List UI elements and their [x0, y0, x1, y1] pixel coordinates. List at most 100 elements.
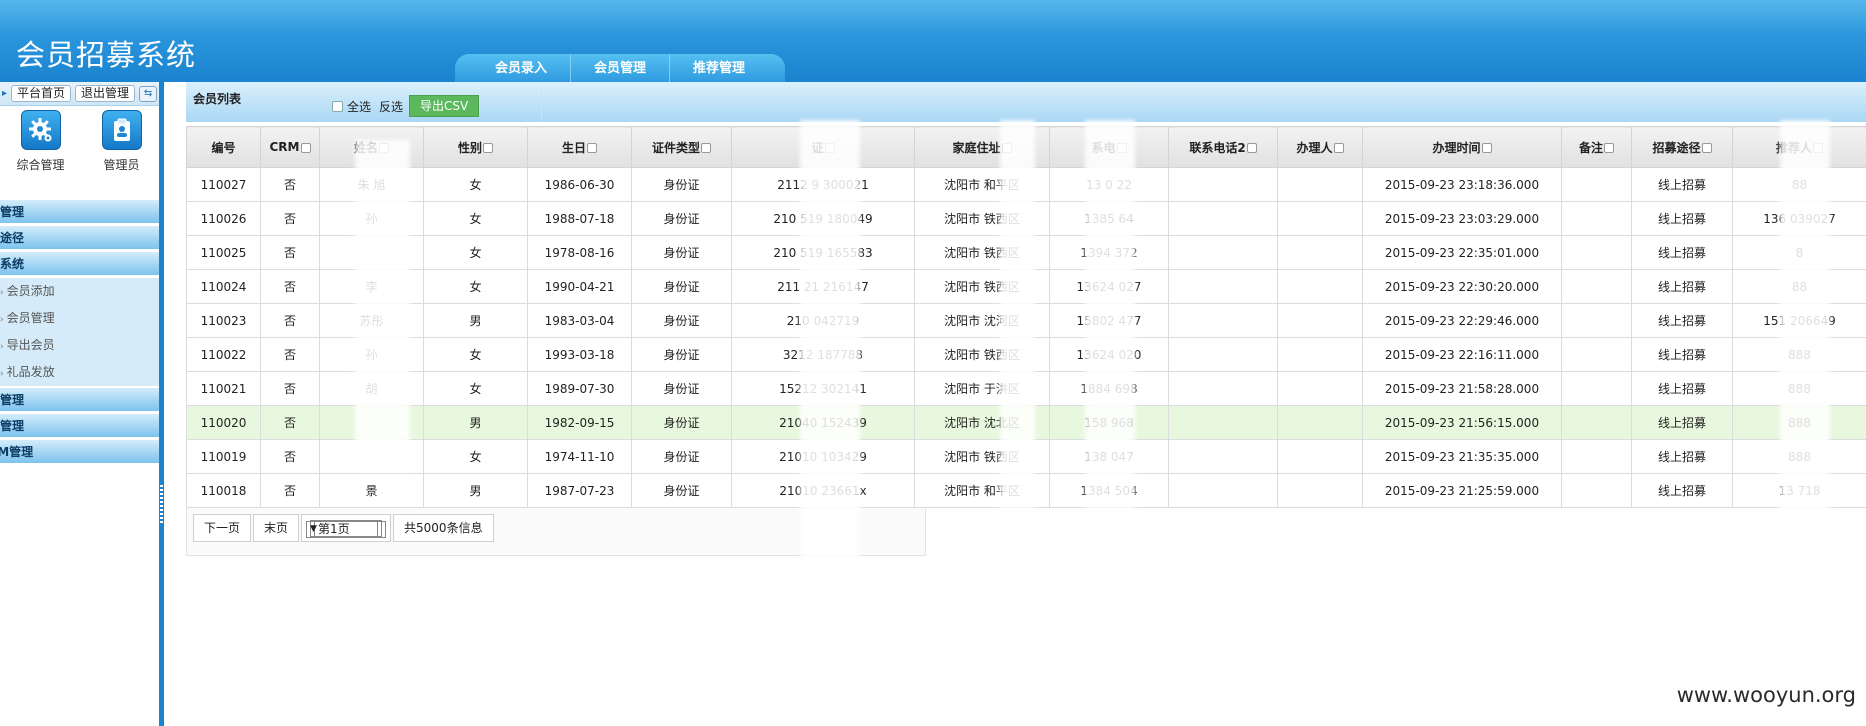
column-toggle-checkbox[interactable]	[1481, 143, 1492, 153]
select-all-checkbox[interactable]	[332, 100, 343, 112]
table-cell: 1988-07-18	[527, 201, 632, 236]
arrow-icon: ›	[0, 342, 4, 352]
table-cell	[1561, 439, 1632, 474]
sidebar-toolbar: ▸ 平台首页 退出管理 ⇆	[0, 82, 162, 106]
table-cell: 1974-11-10	[527, 439, 632, 474]
menu-section-referral[interactable]: 荐管理	[0, 388, 162, 412]
menu-section-crm[interactable]: RM管理	[0, 440, 162, 464]
table-cell: 身份证	[631, 337, 732, 372]
table-cell: 身份证	[631, 473, 732, 508]
table-cell: 身份证	[631, 167, 732, 202]
table-cell: 2015-09-23 21:58:28.000	[1362, 371, 1562, 406]
menu-section-gifts[interactable]: 品管理	[0, 414, 162, 438]
column-header[interactable]: 编号	[186, 126, 261, 168]
select-all-label[interactable]: 全选	[347, 98, 371, 115]
table-cell: 2015-09-23 21:35:35.000	[1362, 439, 1562, 474]
swap-icon[interactable]: ⇆	[139, 85, 158, 102]
redaction-mask	[1000, 120, 1035, 510]
column-toggle-checkbox[interactable]	[1701, 143, 1712, 153]
redaction-mask	[1085, 120, 1135, 510]
column-toggle-checkbox[interactable]	[300, 142, 311, 153]
column-toggle-checkbox[interactable]	[587, 143, 597, 153]
table-cell: 女	[423, 269, 528, 304]
column-header[interactable]: 生日	[527, 126, 632, 168]
table-cell	[1168, 473, 1278, 508]
gear-icon	[20, 110, 61, 150]
menu-section-member-system[interactable]: 员系统	[0, 252, 162, 276]
column-toggle-checkbox[interactable]	[1604, 143, 1614, 153]
column-header[interactable]: 联系电话2	[1168, 126, 1278, 168]
table-cell: 110025	[186, 235, 261, 270]
total-count: 共5000条信息	[393, 514, 494, 542]
table-cell: 女	[423, 439, 528, 474]
table-cell	[1561, 473, 1632, 508]
arrow-icon: ›	[0, 288, 4, 298]
watermark: www.wooyun.org	[1676, 683, 1856, 707]
table-cell: 景	[319, 473, 424, 508]
table-cell	[1168, 167, 1278, 202]
quick-admin[interactable]: 管理员	[90, 110, 154, 200]
toolbar-divider	[541, 90, 542, 122]
table-cell: 男	[423, 405, 528, 440]
top-nav: 会员录入 会员管理 推荐管理	[455, 54, 786, 83]
tab-member-management[interactable]: 会员管理	[570, 54, 670, 82]
table-cell: 1993-03-18	[527, 337, 632, 372]
table-cell	[1561, 371, 1632, 406]
column-header[interactable]: 招募途径	[1631, 126, 1733, 168]
menu-item-export-members[interactable]: › 导出会员	[0, 332, 162, 359]
column-header[interactable]: 证件类型	[631, 126, 732, 168]
column-toggle-checkbox[interactable]	[483, 143, 493, 153]
table-cell: 线上招募	[1631, 405, 1733, 440]
table-cell: 线上招募	[1631, 337, 1733, 372]
table-cell: 2015-09-23 23:03:29.000	[1362, 201, 1562, 236]
column-toggle-checkbox[interactable]	[1333, 143, 1344, 153]
table-cell: 身份证	[631, 371, 732, 406]
tab-referral-management[interactable]: 推荐管理	[669, 54, 786, 82]
table-cell: 2015-09-23 21:25:59.000	[1362, 473, 1562, 508]
table-cell: 110020	[186, 405, 261, 440]
table-cell: 1989-07-30	[527, 371, 632, 406]
page-select[interactable]: 第1页 ▼	[306, 520, 387, 538]
menu-item-add-member[interactable]: › 会员添加	[0, 278, 162, 305]
quick-general-management[interactable]: 综合管理	[9, 110, 73, 200]
column-header[interactable]: CRM	[260, 126, 320, 168]
table-cell: 1987-07-23	[527, 473, 632, 508]
logout-button[interactable]: 退出管理	[75, 85, 136, 102]
list-toolbar: 会员列表 全选 反选 导出CSV	[186, 82, 1866, 122]
table-cell	[1561, 337, 1632, 372]
menu-item-member-management[interactable]: › 会员管理	[0, 305, 162, 332]
column-header[interactable]: 办理人	[1277, 126, 1363, 168]
column-header[interactable]: 备注	[1561, 126, 1632, 168]
platform-home-button[interactable]: 平台首页	[11, 85, 72, 102]
table-cell	[1277, 405, 1363, 440]
table-cell: 1982-09-15	[527, 405, 632, 440]
redaction-mask	[800, 120, 860, 560]
invert-selection-link[interactable]: 反选	[379, 98, 403, 115]
menu-section-recruit-channel[interactable]: 募途径	[0, 226, 162, 250]
member-system-submenu: › 会员添加 › 会员管理 › 导出会员 › 礼品发放	[0, 278, 162, 386]
sidebar-splitter[interactable]	[159, 82, 164, 726]
arrow-icon: ▸	[2, 88, 8, 99]
column-header[interactable]: 办理时间	[1362, 126, 1562, 168]
export-csv-button[interactable]: 导出CSV	[409, 95, 480, 117]
next-page-button[interactable]: 下一页	[193, 514, 252, 542]
column-toggle-checkbox[interactable]	[701, 143, 711, 153]
splitter-grip[interactable]	[160, 485, 163, 525]
tab-member-entry[interactable]: 会员录入	[455, 54, 571, 82]
table-cell: 否	[260, 167, 320, 202]
redaction-mask	[1780, 120, 1830, 540]
table-cell	[1277, 473, 1363, 508]
column-header[interactable]: 性别	[423, 126, 528, 168]
table-cell: 线上招募	[1631, 473, 1733, 508]
table-cell: 否	[260, 235, 320, 270]
chevron-down-icon: ▼	[306, 521, 379, 538]
table-cell	[1277, 235, 1363, 270]
table-cell: 2015-09-23 22:16:11.000	[1362, 337, 1562, 372]
menu-item-gift-distribution[interactable]: › 礼品发放	[0, 359, 162, 386]
last-page-button[interactable]: 末页	[253, 514, 300, 542]
table-cell: 110026	[186, 201, 261, 236]
table-cell: 身份证	[631, 201, 732, 236]
column-toggle-checkbox[interactable]	[1246, 143, 1257, 153]
menu-section-area[interactable]: 区管理	[0, 200, 162, 224]
table-cell: 否	[260, 371, 320, 406]
